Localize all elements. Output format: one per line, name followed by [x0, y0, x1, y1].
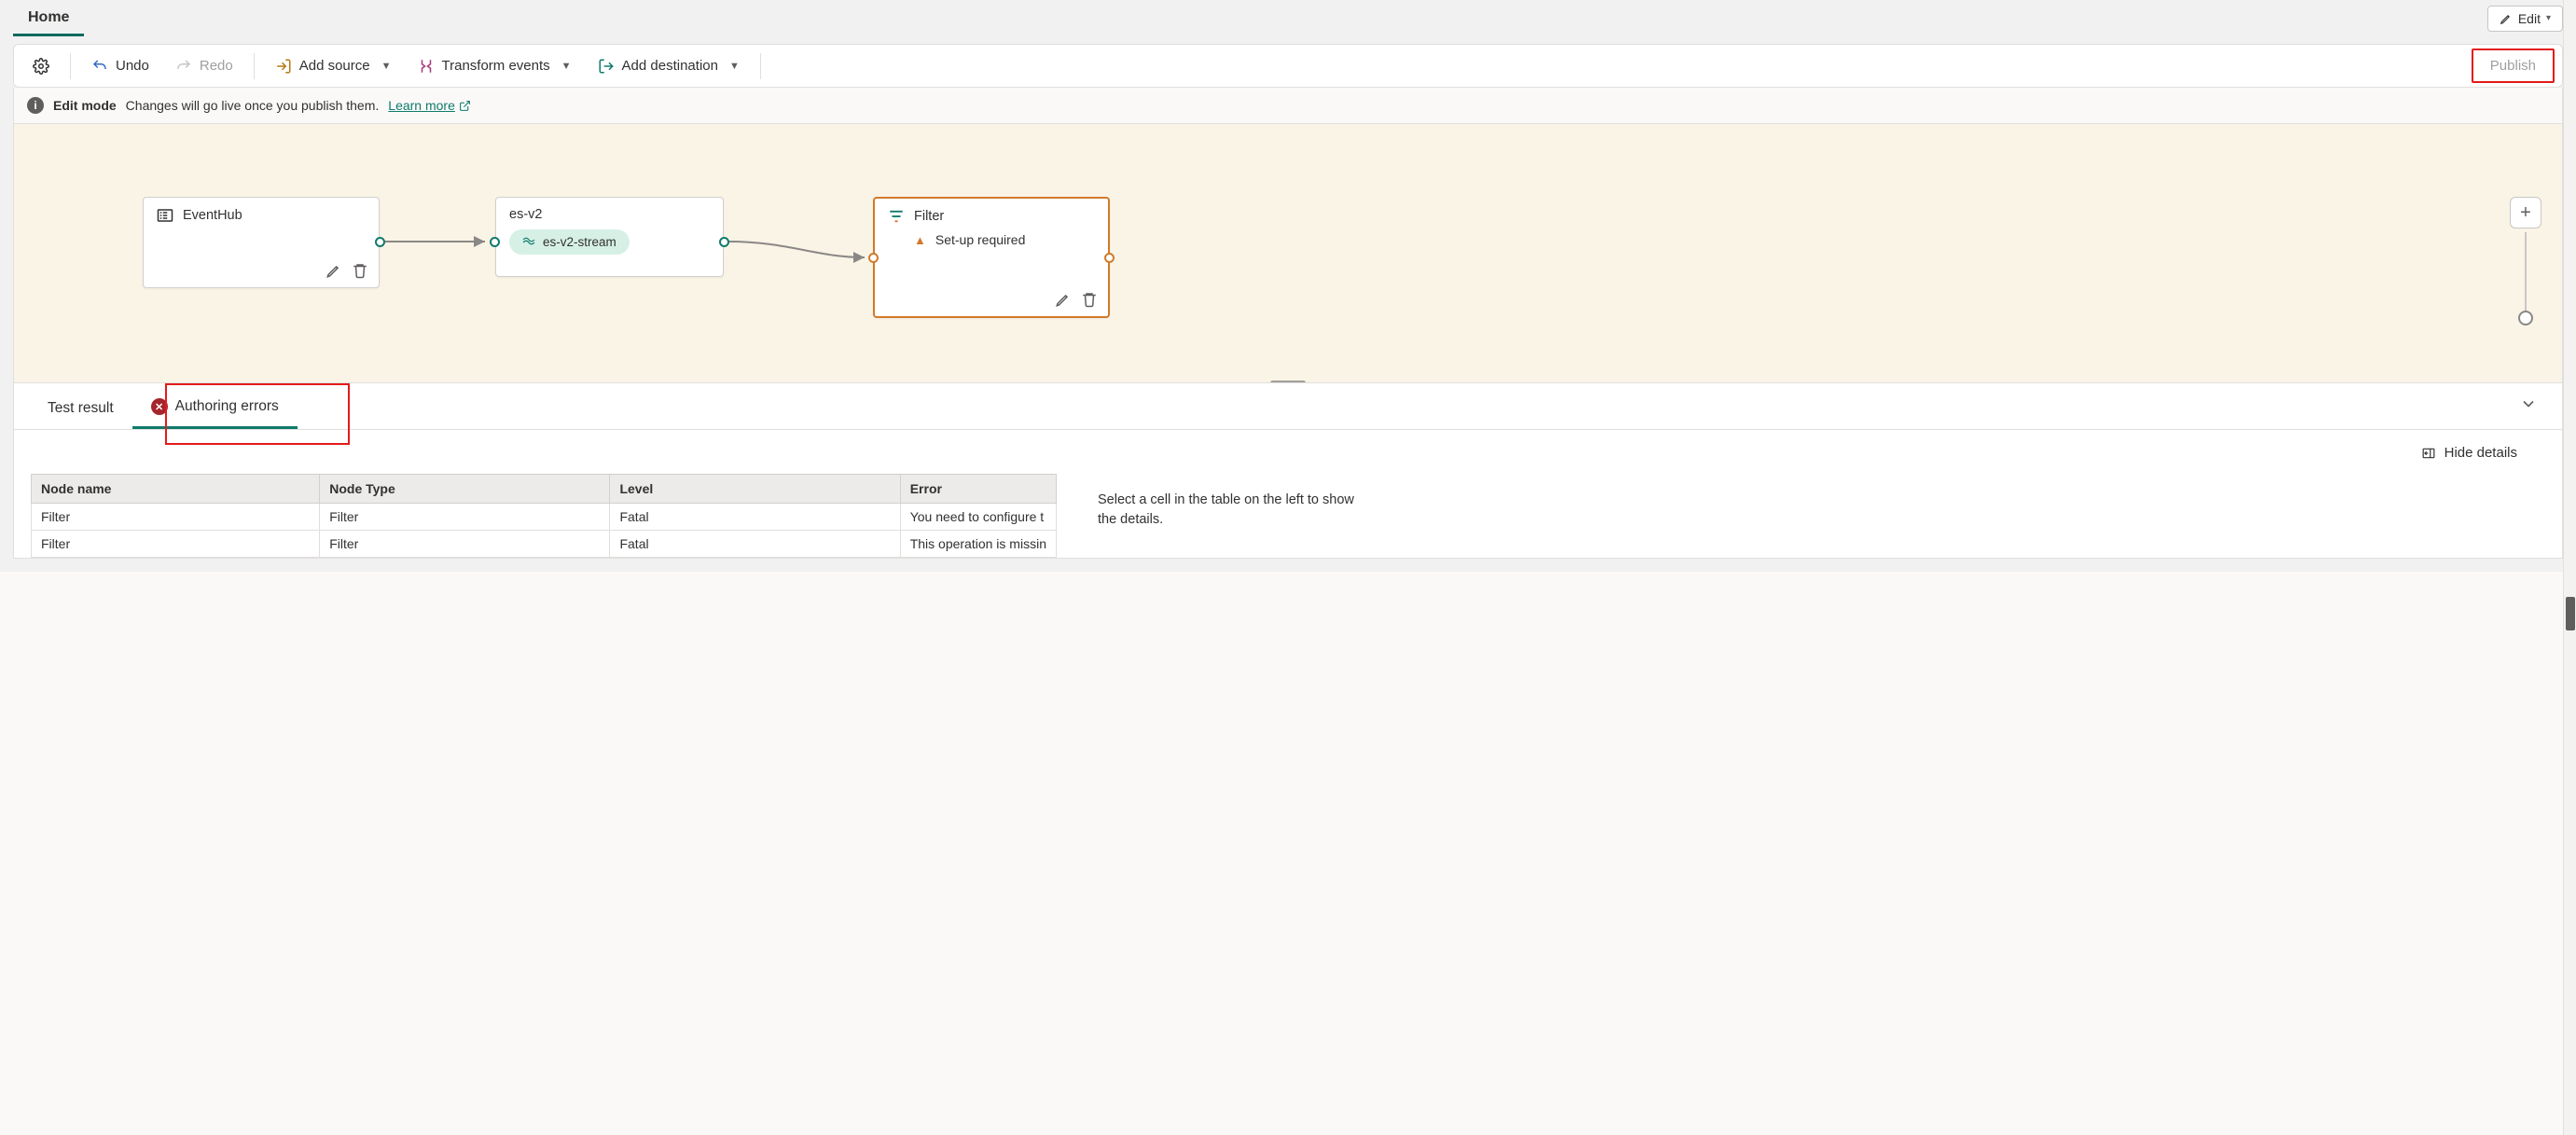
stream-icon [522, 236, 535, 249]
gear-icon [33, 58, 49, 75]
filter-icon [888, 208, 905, 225]
output-port[interactable] [719, 237, 729, 247]
node-title: Filter [914, 209, 944, 224]
learn-more-link[interactable]: Learn more [388, 98, 471, 113]
input-port[interactable] [868, 253, 879, 263]
bottom-panel: Test result ✕ Authoring errors Hide deta… [13, 383, 2563, 559]
column-header-node-type[interactable]: Node Type [320, 475, 610, 504]
edges [14, 124, 2562, 382]
pencil-icon [2500, 12, 2513, 25]
edit-node-button[interactable] [1054, 290, 1073, 309]
redo-button: Redo [162, 50, 246, 82]
canvas[interactable]: EventHub es-v2 [13, 124, 2563, 383]
errors-table: Node name Node Type Level Error Filter F… [31, 474, 1057, 558]
output-port[interactable] [375, 237, 385, 247]
transform-events-button[interactable]: Transform events ▼ [405, 50, 585, 82]
edit-mode-banner: i Edit mode Changes will go live once yo… [13, 88, 2563, 124]
stream-chip[interactable]: es-v2-stream [509, 229, 630, 255]
info-icon: i [27, 97, 44, 114]
tab-home[interactable]: Home [13, 0, 84, 36]
column-header-error[interactable]: Error [900, 475, 1056, 504]
hide-details-button[interactable]: Hide details [14, 430, 2562, 474]
output-port[interactable] [1104, 253, 1115, 263]
add-destination-button[interactable]: Add destination ▼ [585, 50, 753, 82]
warning-text: Set-up required [935, 232, 1026, 247]
node-title: es-v2 [509, 207, 542, 222]
collapse-details-icon [2420, 447, 2437, 460]
tab-test-result[interactable]: Test result [29, 385, 132, 428]
tab-authoring-errors[interactable]: ✕ Authoring errors [132, 383, 298, 429]
redo-icon [175, 58, 192, 75]
node-eventhub[interactable]: EventHub [143, 197, 380, 288]
undo-button[interactable]: Undo [78, 50, 162, 82]
node-esv2[interactable]: es-v2 es-v2-stream [495, 197, 724, 277]
delete-node-button[interactable] [351, 261, 369, 280]
collapse-panel-button[interactable] [2519, 394, 2547, 418]
node-title: EventHub [183, 208, 242, 223]
zoom-slider-thumb[interactable] [2518, 311, 2533, 325]
destination-out-icon [598, 58, 615, 75]
transform-icon [418, 58, 435, 75]
chevron-down-icon: ▼ [381, 61, 392, 72]
eventhub-icon [157, 207, 173, 224]
source-in-icon [275, 58, 292, 75]
caret-down-icon: ▾ [2546, 13, 2551, 23]
banner-title: Edit mode [53, 98, 117, 113]
undo-icon [91, 58, 108, 75]
node-filter[interactable]: Filter ▲ Set-up required [873, 197, 1110, 318]
toolbar: Undo Redo Add source ▼ Transform events … [13, 44, 2563, 88]
warning-icon: ▲ [914, 233, 926, 247]
publish-button: Publish [2472, 48, 2555, 83]
error-badge-icon: ✕ [151, 398, 168, 415]
delete-node-button[interactable] [1080, 290, 1099, 309]
edit-node-button[interactable] [325, 261, 343, 280]
column-header-node-name[interactable]: Node name [32, 475, 320, 504]
table-row[interactable]: Filter Filter Fatal You need to configur… [32, 504, 1057, 531]
page-scrollbar[interactable] [2563, 0, 2576, 1135]
edit-menu-button[interactable]: Edit ▾ [2487, 6, 2563, 32]
add-source-button[interactable]: Add source ▼ [262, 50, 405, 82]
add-node-button[interactable]: + [2510, 197, 2541, 228]
banner-message: Changes will go live once you publish th… [126, 98, 380, 113]
settings-button[interactable] [20, 50, 62, 82]
chevron-down-icon: ▼ [561, 61, 572, 72]
scrollbar-thumb[interactable] [2566, 597, 2575, 630]
table-row[interactable]: Filter Filter Fatal This operation is mi… [32, 531, 1057, 558]
chevron-down-icon: ▼ [729, 61, 740, 72]
column-header-level[interactable]: Level [610, 475, 900, 504]
external-link-icon [459, 100, 471, 112]
details-placeholder: Select a cell in the table on the left t… [1081, 474, 1398, 530]
input-port[interactable] [490, 237, 500, 247]
